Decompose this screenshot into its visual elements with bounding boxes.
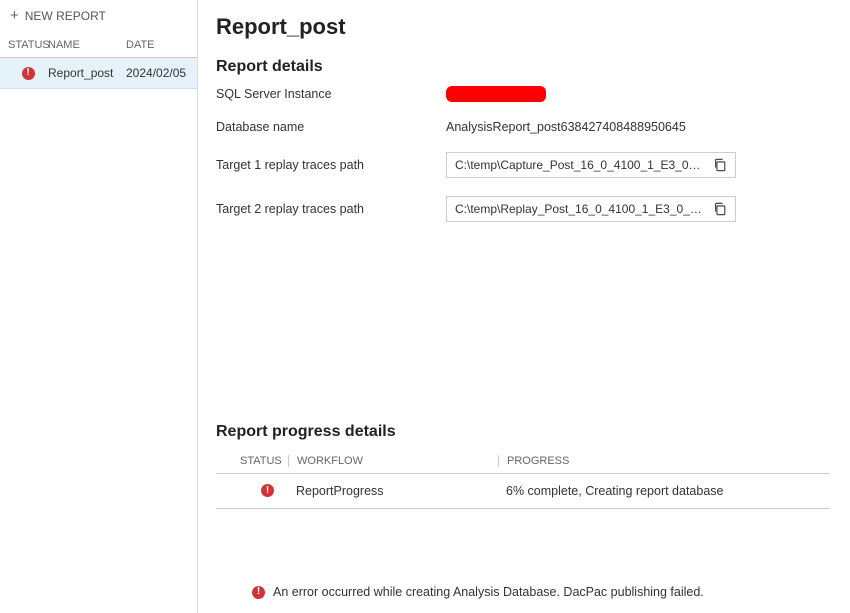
new-report-label: NEW REPORT	[25, 9, 106, 23]
plus-icon: +	[10, 8, 19, 23]
details-section-title: Report details	[216, 58, 830, 76]
main-content: Report_post Report details SQL Server In…	[198, 0, 850, 613]
progress-section-title: Report progress details	[216, 423, 830, 441]
p-col-header-progress: PROGRESS	[498, 455, 830, 467]
error-icon	[22, 67, 35, 80]
target2-path-text: C:\temp\Replay_Post_16_0_4100_1_E3_0_133…	[455, 202, 705, 216]
col-header-status: STATUS	[8, 39, 48, 51]
row-name-cell: Report_post	[48, 66, 126, 80]
details-grid: SQL Server Instance Database name Analys…	[216, 86, 830, 222]
copy-icon[interactable]	[713, 158, 727, 172]
copy-icon[interactable]	[713, 202, 727, 216]
sidebar: + NEW REPORT STATUS NAME DATE Report_pos…	[0, 0, 198, 613]
target1-path-box: C:\temp\Capture_Post_16_0_4100_1_E3_0_13…	[446, 152, 736, 178]
col-header-name: NAME	[48, 39, 126, 51]
p-col-header-status: STATUS	[216, 455, 288, 467]
row-date-cell: 2024/02/05	[126, 66, 189, 80]
target2-label: Target 2 replay traces path	[216, 202, 446, 216]
sql-instance-value	[446, 86, 830, 102]
progress-table-header: STATUS WORKFLOW PROGRESS	[216, 449, 830, 474]
p-row-status-cell	[216, 484, 288, 497]
page-title: Report_post	[216, 14, 830, 40]
target1-label: Target 1 replay traces path	[216, 158, 446, 172]
error-message-bar: An error occurred while creating Analysi…	[216, 579, 830, 601]
progress-section: Report progress details STATUS WORKFLOW …	[216, 423, 830, 509]
target1-path-text: C:\temp\Capture_Post_16_0_4100_1_E3_0_13…	[455, 158, 705, 172]
report-list-row[interactable]: Report_post 2024/02/05	[0, 58, 197, 89]
p-row-progress-cell: 6% complete, Creating report database	[498, 484, 830, 498]
new-report-button[interactable]: + NEW REPORT	[0, 0, 197, 33]
database-name-value: AnalysisReport_post638427408488950645	[446, 120, 830, 134]
p-row-workflow-cell: ReportProgress	[288, 484, 498, 498]
report-list-header: STATUS NAME DATE	[0, 33, 197, 58]
error-message-text: An error occurred while creating Analysi…	[273, 585, 704, 599]
row-status-cell	[8, 67, 48, 80]
sql-instance-label: SQL Server Instance	[216, 87, 446, 101]
col-header-date: DATE	[126, 39, 189, 51]
error-icon	[261, 484, 274, 497]
error-icon	[252, 586, 265, 599]
p-col-header-workflow: WORKFLOW	[288, 455, 498, 467]
target2-path-box: C:\temp\Replay_Post_16_0_4100_1_E3_0_133…	[446, 196, 736, 222]
progress-table-row: ReportProgress 6% complete, Creating rep…	[216, 474, 830, 509]
redacted-block	[446, 86, 546, 102]
progress-table: STATUS WORKFLOW PROGRESS ReportProgress …	[216, 449, 830, 509]
database-name-label: Database name	[216, 120, 446, 134]
